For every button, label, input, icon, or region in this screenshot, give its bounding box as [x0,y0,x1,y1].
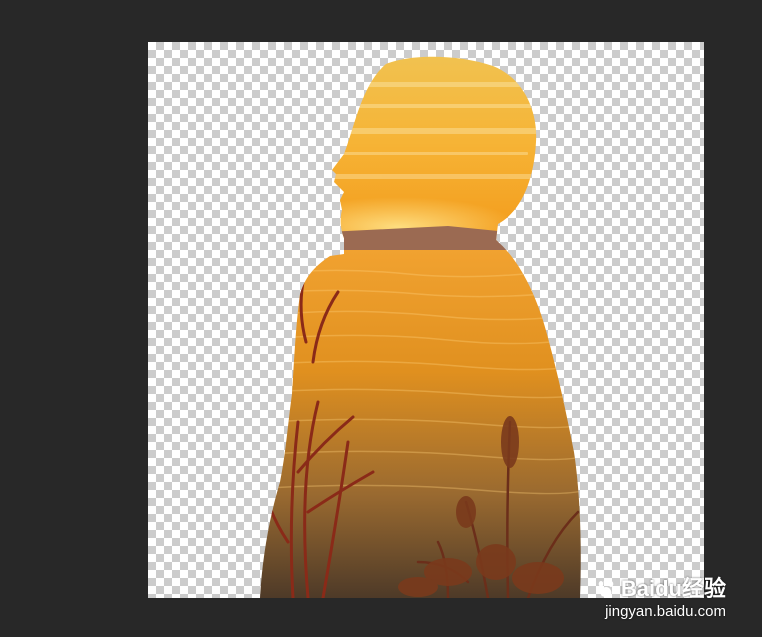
document-canvas[interactable] [148,42,704,598]
watermark-logo: Baidu经验 [595,577,726,601]
watermark-url: jingyan.baidu.com [605,603,726,620]
baidu-paw-icon [596,579,614,597]
editor-workspace: Baidu经验 jingyan.baidu.com [0,0,762,637]
watermark-logo-text: Baidu经验 [620,576,726,601]
baidu-jingyan-watermark: Baidu经验 jingyan.baidu.com [595,577,726,621]
silhouette-layer [260,56,581,598]
